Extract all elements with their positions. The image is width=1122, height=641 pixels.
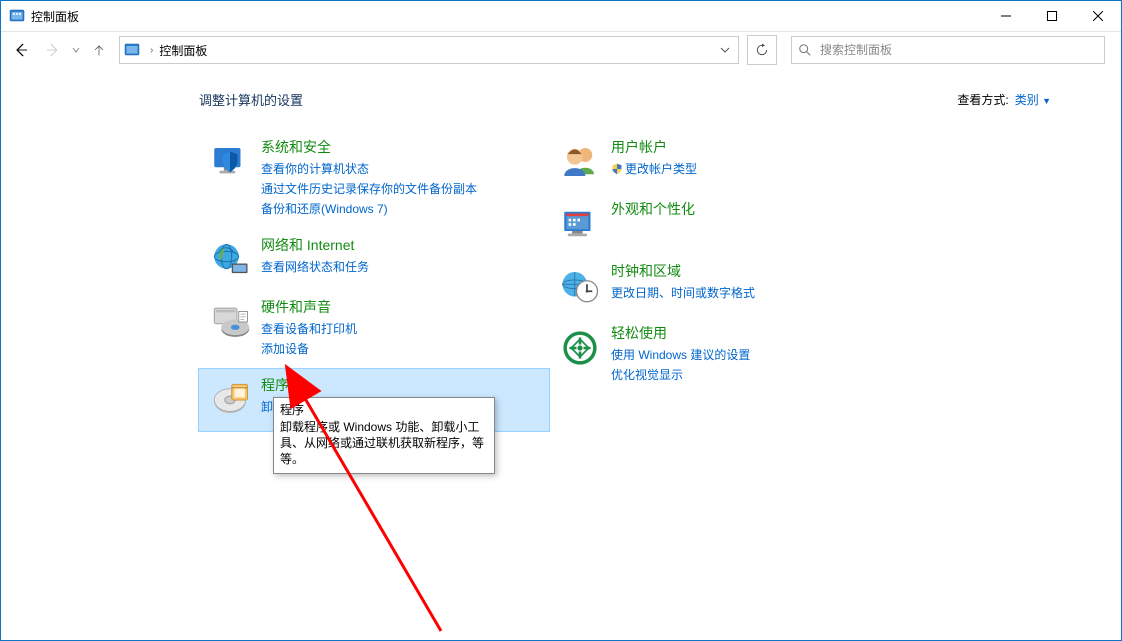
category-ease-of-access[interactable]: 轻松使用 使用 Windows 建议的设置 优化视觉显示	[549, 317, 899, 395]
category-link[interactable]: 更改帐户类型	[611, 159, 697, 179]
history-dropdown[interactable]	[71, 46, 81, 54]
close-button[interactable]	[1075, 1, 1121, 31]
search-box[interactable]	[791, 36, 1105, 64]
view-by-value: 类别	[1015, 93, 1039, 107]
content: 调整计算机的设置 查看方式: 类别 ▼	[1, 68, 1121, 431]
network-icon	[209, 239, 251, 281]
clock-icon	[559, 265, 601, 307]
forward-button[interactable]	[39, 36, 67, 64]
category-link[interactable]: 查看网络状态和任务	[261, 257, 369, 277]
category-link[interactable]: 添加设备	[261, 339, 357, 359]
view-by-dropdown[interactable]: 类别 ▼	[1015, 91, 1051, 108]
hardware-icon	[209, 301, 251, 343]
category-column-left: 系统和安全 查看你的计算机状态 通过文件历史记录保存你的文件备份副本 备份和还原…	[199, 131, 549, 431]
view-by: 查看方式: 类别 ▼	[957, 91, 1051, 108]
category-title[interactable]: 用户帐户	[611, 137, 697, 157]
category-link[interactable]: 查看你的计算机状态	[261, 159, 477, 179]
programs-icon	[209, 379, 251, 421]
tooltip-title: 程序	[280, 402, 488, 418]
category-hardware-sound[interactable]: 硬件和声音 查看设备和打印机 添加设备	[199, 291, 549, 369]
category-link[interactable]: 更改日期、时间或数字格式	[611, 283, 755, 303]
category-title[interactable]: 时钟和区域	[611, 261, 755, 281]
address-bar[interactable]: › 控制面板	[119, 36, 739, 64]
breadcrumb-icon	[124, 42, 140, 58]
category-title[interactable]: 轻松使用	[611, 323, 750, 343]
ease-icon	[559, 327, 601, 369]
category-link[interactable]: 通过文件历史记录保存你的文件备份副本	[261, 179, 477, 199]
category-title[interactable]: 系统和安全	[261, 137, 477, 157]
dropdown-icon: ▼	[1042, 96, 1051, 106]
category-title[interactable]: 外观和个性化	[611, 199, 695, 219]
window: 控制面板	[0, 0, 1122, 641]
view-by-label: 查看方式:	[957, 91, 1008, 108]
window-title: 控制面板	[31, 8, 79, 25]
navbar: › 控制面板	[1, 32, 1121, 68]
back-button[interactable]	[7, 36, 35, 64]
category-title[interactable]: 硬件和声音	[261, 297, 357, 317]
category-title[interactable]: 网络和 Internet	[261, 235, 369, 255]
category-link[interactable]: 优化视觉显示	[611, 365, 750, 385]
category-link[interactable]: 备份和还原(Windows 7)	[261, 199, 477, 219]
breadcrumb-sep-icon: ›	[144, 45, 159, 56]
category-clock-region[interactable]: 时钟和区域 更改日期、时间或数字格式	[549, 255, 899, 317]
page-title: 调整计算机的设置	[199, 90, 303, 109]
breadcrumb-item[interactable]: 控制面板	[159, 42, 207, 59]
category-user-accounts[interactable]: 用户帐户 更改帐户类型	[549, 131, 899, 193]
search-input[interactable]	[818, 42, 1098, 58]
category-system-security[interactable]: 系统和安全 查看你的计算机状态 通过文件历史记录保存你的文件备份副本 备份和还原…	[199, 131, 549, 229]
search-icon	[798, 43, 812, 57]
uac-shield-icon	[611, 163, 623, 175]
categories: 系统和安全 查看你的计算机状态 通过文件历史记录保存你的文件备份副本 备份和还原…	[1, 131, 1121, 431]
tooltip-body: 卸载程序或 Windows 功能、卸载小工具、从网络或通过联机获取新程序，等等。	[280, 419, 488, 467]
titlebar: 控制面板	[1, 1, 1121, 32]
control-panel-icon	[9, 8, 25, 24]
category-title[interactable]: 程序	[261, 375, 309, 395]
category-column-right: 用户帐户 更改帐户类型	[549, 131, 899, 431]
header-row: 调整计算机的设置 查看方式: 类别 ▼	[1, 90, 1121, 109]
category-link[interactable]: 查看设备和打印机	[261, 319, 357, 339]
category-link[interactable]: 使用 Windows 建议的设置	[611, 345, 750, 365]
window-controls	[983, 1, 1121, 31]
users-icon	[559, 141, 601, 183]
tooltip: 程序 卸载程序或 Windows 功能、卸载小工具、从网络或通过联机获取新程序，…	[273, 397, 495, 474]
appearance-icon	[559, 203, 601, 245]
category-appearance[interactable]: 外观和个性化	[549, 193, 899, 255]
category-network-internet[interactable]: 网络和 Internet 查看网络状态和任务	[199, 229, 549, 291]
shield-icon	[209, 141, 251, 183]
minimize-button[interactable]	[983, 1, 1029, 31]
up-button[interactable]	[85, 36, 113, 64]
maximize-button[interactable]	[1029, 1, 1075, 31]
refresh-button[interactable]	[747, 35, 777, 65]
address-dropdown-icon[interactable]	[716, 45, 734, 55]
